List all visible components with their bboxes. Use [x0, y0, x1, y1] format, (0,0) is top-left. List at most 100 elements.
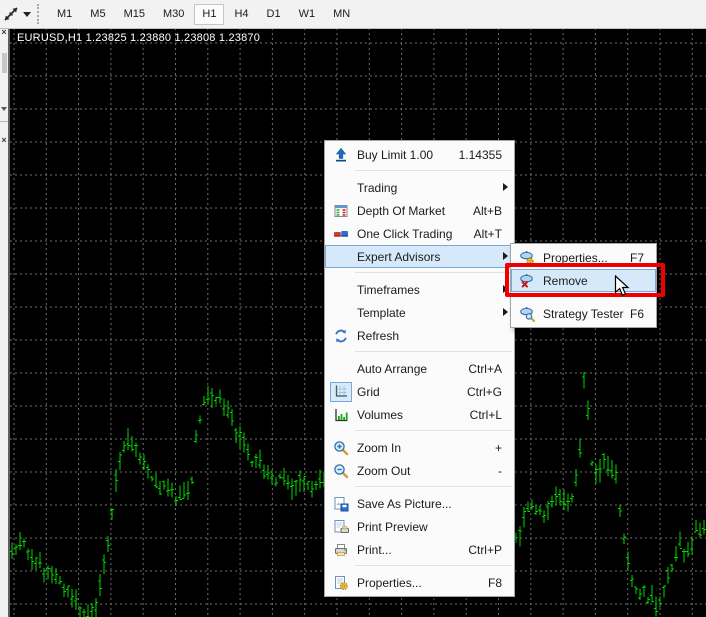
- menu-item-value: 1.14355: [459, 148, 512, 162]
- menu-item-shortcut: Ctrl+A: [468, 362, 512, 376]
- submenu-item-strategy-tester[interactable]: Strategy Tester F6: [511, 302, 656, 325]
- ea-remove-icon: [513, 273, 541, 289]
- menu-item-label: Depth Of Market: [355, 204, 445, 218]
- menu-item-shortcut: -: [498, 464, 512, 478]
- properties-icon: [327, 575, 355, 591]
- menu-separator: [541, 296, 654, 297]
- menu-item-auto-arrange[interactable]: Auto Arrange Ctrl+A: [325, 357, 514, 380]
- menu-item-shortcut: Alt+B: [473, 204, 512, 218]
- menu-item-shortcut: Ctrl+L: [470, 408, 512, 422]
- zoom-out-icon: [327, 463, 355, 479]
- menu-item-label: Strategy Tester: [541, 307, 623, 321]
- menu-item-refresh[interactable]: Refresh: [325, 324, 514, 347]
- buy-limit-icon: [327, 147, 355, 163]
- menu-item-label: Auto Arrange: [355, 362, 427, 376]
- menu-item-label: Print Preview: [355, 520, 428, 534]
- chart-context-menu: Buy Limit 1.00 1.14355 Trading Depth Of …: [324, 140, 515, 597]
- volumes-icon: [327, 407, 355, 423]
- toolbar-grip[interactable]: [37, 4, 42, 24]
- menu-item-print[interactable]: Print... Ctrl+P: [325, 538, 514, 561]
- print-icon: [327, 542, 355, 558]
- menu-item-trading[interactable]: Trading: [325, 176, 514, 199]
- menu-item-label: Zoom In: [355, 441, 401, 455]
- timeframe-button-w1[interactable]: W1: [291, 4, 324, 25]
- menu-item-shortcut: F6: [630, 307, 654, 321]
- line-tool-button[interactable]: [0, 4, 35, 24]
- chevron-down-icon[interactable]: [1, 107, 7, 111]
- menu-item-one-click-trading[interactable]: One Click Trading Alt+T: [325, 222, 514, 245]
- menu-item-shortcut: Ctrl+P: [468, 543, 512, 557]
- submenu-arrow-icon: [503, 308, 508, 316]
- ea-tester-icon: [513, 306, 541, 322]
- menu-item-label: Remove: [541, 274, 588, 288]
- checked-icon-frame: [330, 382, 352, 402]
- timeframe-button-m1[interactable]: M1: [49, 4, 80, 25]
- menu-item-buy-limit[interactable]: Buy Limit 1.00 1.14355: [325, 143, 514, 166]
- menu-item-label: Expert Advisors: [355, 250, 440, 264]
- menu-item-depth-of-market[interactable]: Depth Of Market Alt+B: [325, 199, 514, 222]
- timeframe-button-d1[interactable]: D1: [259, 4, 289, 25]
- menu-item-save-as-picture[interactable]: Save As Picture...: [325, 492, 514, 515]
- menu-item-grid[interactable]: Grid Ctrl+G: [325, 380, 514, 403]
- submenu-arrow-icon: [503, 183, 508, 191]
- menu-item-expert-advisors[interactable]: Expert Advisors: [325, 245, 514, 268]
- timeframe-button-m15[interactable]: M15: [116, 4, 153, 25]
- menu-item-label: Properties...: [541, 251, 608, 265]
- timeframe-button-m30[interactable]: M30: [155, 4, 192, 25]
- rail-divider: [0, 121, 8, 122]
- menu-item-properties[interactable]: Properties... F8: [325, 571, 514, 594]
- menu-item-label: Print...: [355, 543, 392, 557]
- submenu-item-ea-properties[interactable]: Properties... F7: [511, 246, 656, 269]
- close-icon[interactable]: ×: [0, 28, 8, 37]
- menu-separator: [355, 351, 512, 352]
- refresh-icon: [327, 328, 355, 344]
- menu-separator: [355, 565, 512, 566]
- menu-item-shortcut: F7: [630, 251, 654, 265]
- one-click-trading-icon: [327, 226, 355, 242]
- menu-item-timeframes[interactable]: Timeframes: [325, 278, 514, 301]
- app-window: M1 M5 M15 M30 H1 H4 D1 W1 MN × × EURUSD,…: [0, 0, 706, 617]
- timeframe-button-h4[interactable]: H4: [226, 4, 256, 25]
- menu-separator: [355, 486, 512, 487]
- menu-item-label: Volumes: [355, 408, 403, 422]
- menu-item-label: Properties...: [355, 576, 422, 590]
- menu-item-shortcut: +: [495, 441, 512, 455]
- grid-icon: [333, 384, 349, 399]
- print-preview-icon: [327, 519, 355, 535]
- close-icon[interactable]: ×: [0, 136, 8, 145]
- menu-separator: [355, 430, 512, 431]
- timeframe-button-h1[interactable]: H1: [194, 4, 224, 25]
- timeframe-button-mn[interactable]: MN: [325, 4, 358, 25]
- timeframes-toolbar: M1 M5 M15 M30 H1 H4 D1 W1 MN: [0, 0, 706, 29]
- submenu-arrow-icon: [503, 252, 508, 260]
- menu-item-shortcut: Ctrl+G: [467, 385, 512, 399]
- submenu-arrow-icon: [503, 285, 508, 293]
- menu-item-zoom-out[interactable]: Zoom Out -: [325, 459, 514, 482]
- menu-item-label: Timeframes: [355, 283, 420, 297]
- menu-item-label: Buy Limit 1.00: [355, 148, 433, 162]
- menu-item-shortcut: F8: [488, 576, 512, 590]
- save-as-picture-icon: [327, 496, 355, 512]
- rail-scroll-thumb[interactable]: [2, 53, 7, 73]
- menu-item-label: Template: [355, 306, 406, 320]
- menu-item-zoom-in[interactable]: Zoom In +: [325, 436, 514, 459]
- ea-properties-icon: [513, 250, 541, 266]
- menu-item-label: Trading: [355, 181, 397, 195]
- chevron-down-icon[interactable]: [23, 12, 31, 17]
- menu-item-label: Save As Picture...: [355, 497, 452, 511]
- crosshair-tool-icon: [1, 4, 21, 24]
- timeframe-button-m5[interactable]: M5: [82, 4, 113, 25]
- menu-item-print-preview[interactable]: Print Preview: [325, 515, 514, 538]
- grid-icon-checked: [327, 382, 355, 402]
- submenu-item-ea-remove[interactable]: Remove: [511, 269, 656, 292]
- expert-advisors-submenu: Properties... F7 Remove Strategy Tester …: [510, 243, 657, 328]
- menu-item-label: Refresh: [355, 329, 399, 343]
- menu-item-template[interactable]: Template: [325, 301, 514, 324]
- menu-separator: [355, 170, 512, 171]
- menu-item-label: Zoom Out: [355, 464, 410, 478]
- menu-item-volumes[interactable]: Volumes Ctrl+L: [325, 403, 514, 426]
- menu-item-label: Grid: [355, 385, 380, 399]
- menu-separator: [355, 272, 512, 273]
- zoom-in-icon: [327, 440, 355, 456]
- menu-item-label: One Click Trading: [355, 227, 452, 241]
